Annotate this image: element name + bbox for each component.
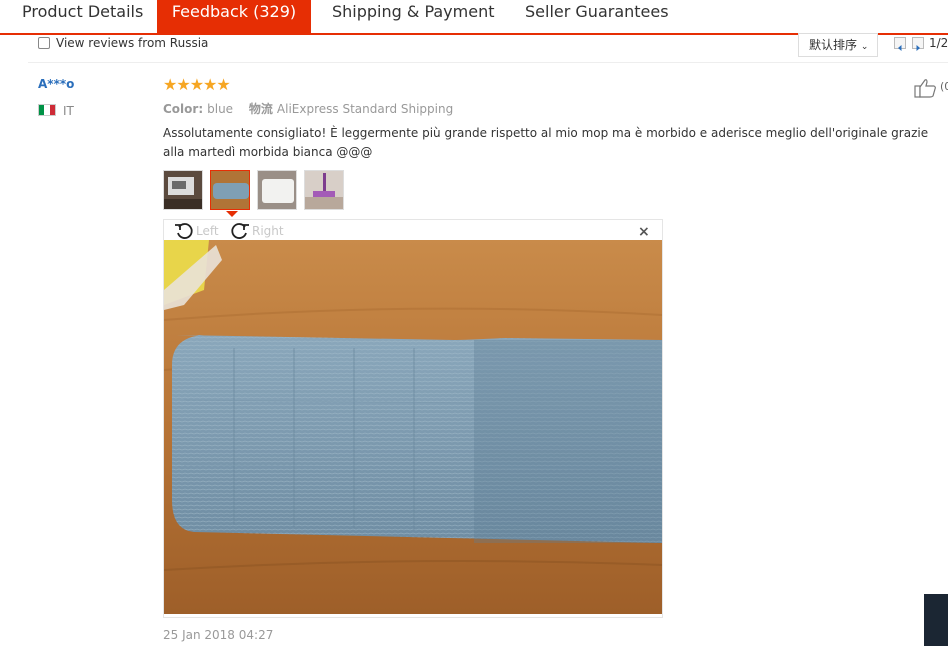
color-attr-label: Color:: [163, 102, 204, 116]
page-indicator: 1/2: [929, 36, 948, 50]
tab-product-details[interactable]: Product Details: [22, 0, 143, 33]
color-attr-value: blue: [207, 102, 234, 116]
review-text: Assolutamente consigliato! È leggermente…: [163, 126, 929, 159]
feedback-filter-bar: View reviews from Russia 默认排序 ⌄ 1/2: [28, 33, 948, 63]
rotate-left-button[interactable]: Left: [174, 222, 219, 240]
tab-feedback[interactable]: Feedback (329): [157, 0, 311, 33]
chevron-down-icon: ⌄: [860, 42, 869, 52]
active-thumb-indicator: [226, 211, 238, 217]
star-rating: ★★★★★: [163, 75, 231, 94]
rotate-right-icon: [231, 223, 249, 239]
order-attributes: Color: blue 物流 AliExpress Standard Shippin…: [163, 100, 453, 117]
tab-bar: Product Details Feedback (329) Shipping …: [0, 0, 948, 35]
review-photo-thumb-4[interactable]: [304, 170, 344, 210]
close-icon[interactable]: ×: [638, 224, 650, 240]
rotate-right-button[interactable]: Right: [230, 222, 284, 240]
reviewer-name: A***o: [38, 77, 75, 91]
review-date: 25 Jan 2018 04:27: [163, 628, 274, 642]
rotate-left-icon: [175, 223, 193, 239]
tab-shipping-payment[interactable]: Shipping & Payment: [332, 0, 495, 33]
shipping-attr-value: AliExpress Standard Shipping: [276, 102, 454, 116]
rotate-right-label: Right: [252, 224, 284, 238]
prev-page-button[interactable]: [894, 37, 906, 51]
review-photo: [164, 240, 662, 614]
thumbs-up-icon[interactable]: [914, 78, 938, 98]
review-photo-thumb-2[interactable]: [210, 170, 250, 210]
reviewer-country: IT: [63, 104, 74, 118]
sort-dropdown[interactable]: 默认排序 ⌄: [798, 33, 878, 57]
italy-flag-icon: [38, 104, 56, 116]
rotate-left-label: Left: [196, 224, 219, 238]
tab-seller-guarantees[interactable]: Seller Guarantees: [525, 0, 669, 33]
photo-viewer: Left Right ×: [163, 219, 663, 618]
shipping-attr-label: 物流: [248, 102, 273, 116]
arrow-left-icon: [898, 45, 902, 51]
arrow-right-icon: [916, 45, 920, 51]
like-count: (0: [940, 80, 948, 93]
review-photo-thumb-3[interactable]: [257, 170, 297, 210]
russia-filter-checkbox[interactable]: [38, 37, 50, 49]
next-page-button[interactable]: [912, 37, 924, 51]
review-photo-thumb-1[interactable]: [163, 170, 203, 210]
floating-widget[interactable]: [924, 594, 948, 646]
sort-label: 默认排序: [809, 38, 858, 52]
russia-filter-label[interactable]: View reviews from Russia: [56, 36, 208, 50]
